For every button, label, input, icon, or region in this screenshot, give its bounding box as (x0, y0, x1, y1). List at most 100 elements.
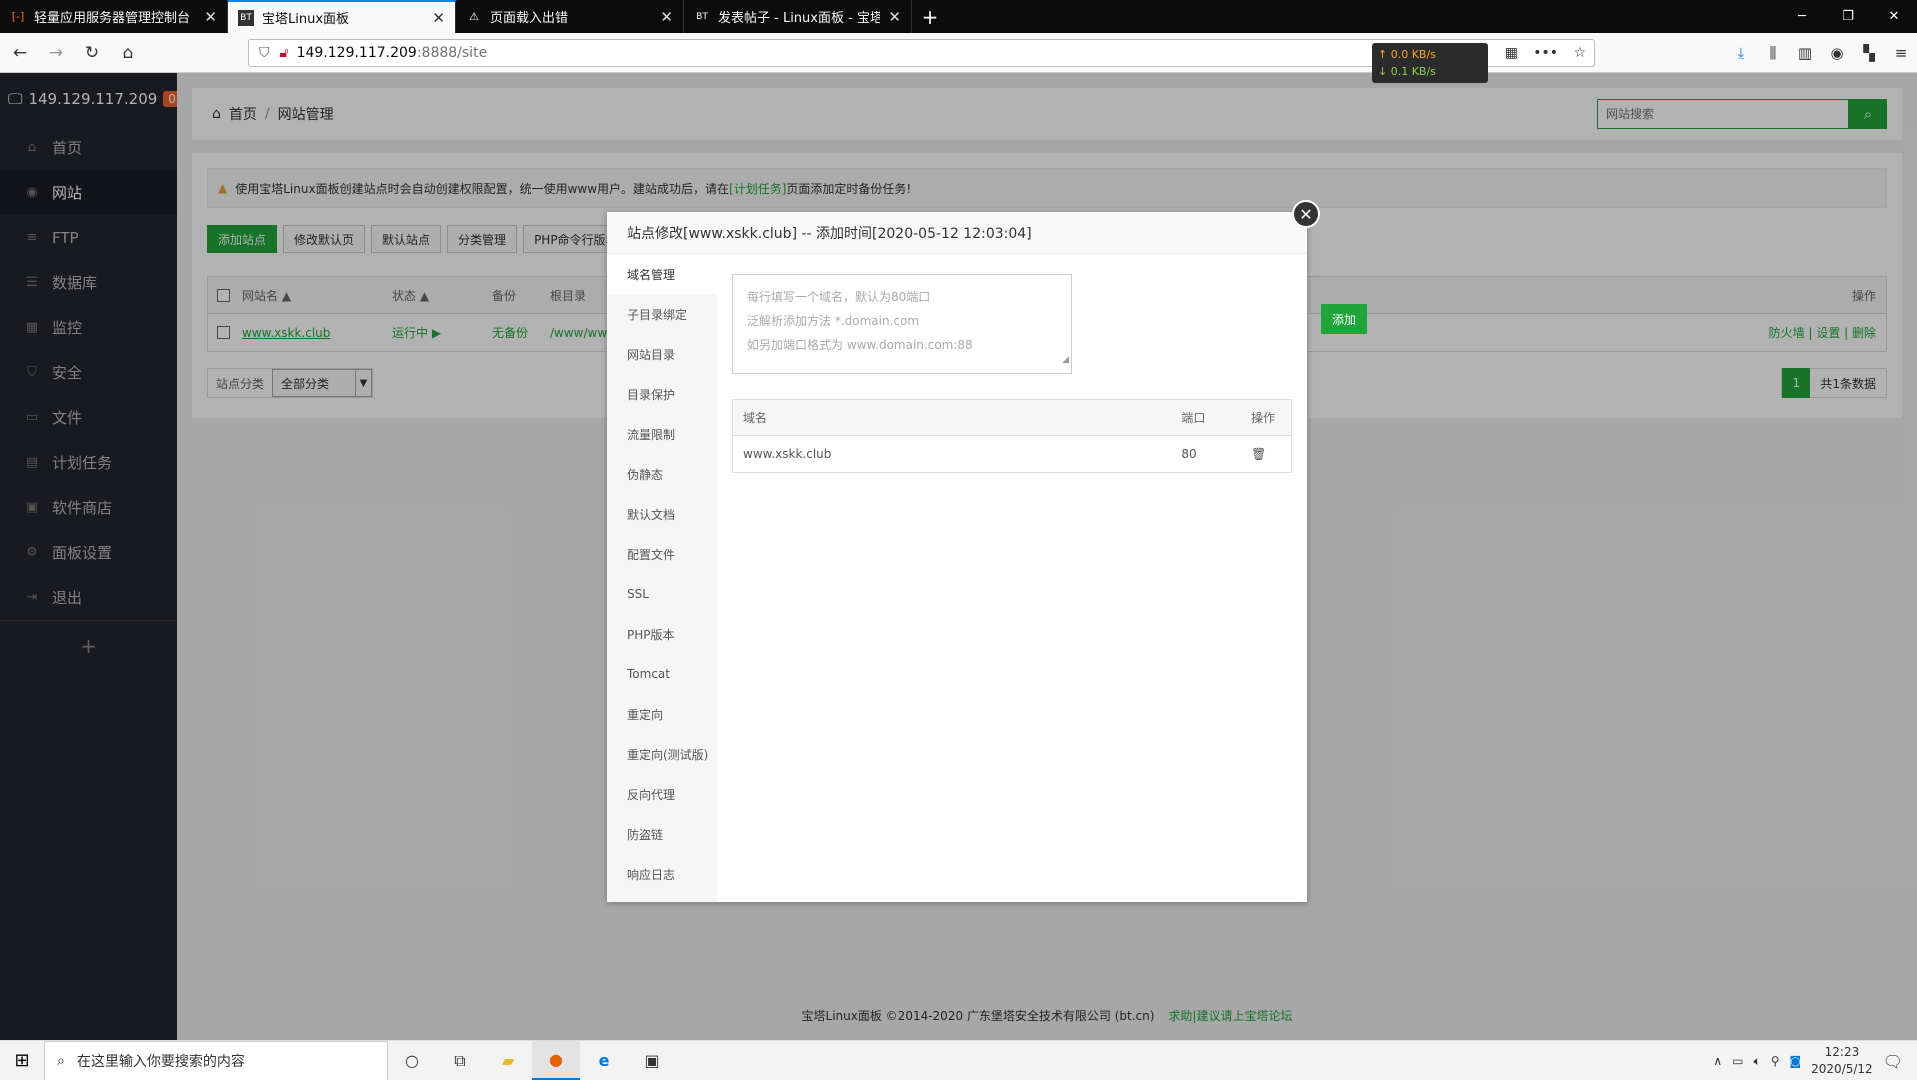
close-icon[interactable]: ✕ (432, 9, 445, 27)
extensions-icon[interactable]: ▚ (1853, 44, 1885, 62)
col-port: 端口 (1181, 411, 1206, 425)
browser-nav-bar: ← → ↻ ⌂ ⛉ 🔓︎ 149.129.117.209:8888/site ▦… (0, 33, 1917, 73)
back-icon[interactable]: ← (4, 37, 36, 69)
clock[interactable]: 12:23 2020/5/12 (1811, 1044, 1873, 1078)
terminal-icon[interactable]: ▣ (628, 1041, 676, 1080)
aliyun-icon: [-] (11, 10, 25, 23)
sidebar-icon[interactable]: ▥ (1789, 44, 1821, 62)
close-icon[interactable]: ✕ (660, 8, 673, 26)
modal-tab[interactable]: 目录保护 (607, 374, 717, 414)
qr-icon[interactable]: ▦ (1505, 45, 1518, 61)
upload-speed: ↑ 0.0 KB/s (1378, 48, 1436, 61)
download-speed: ↓ 0.1 KB/s (1378, 65, 1436, 78)
col-ops: 操作 (1251, 411, 1276, 425)
close-icon[interactable]: ✕ (204, 8, 217, 26)
tab-title: 宝塔Linux面板 (262, 12, 350, 27)
windows-taskbar: ⊞ ⌕ 在这里输入你要搜索的内容 ○ ⧉ ▰ ● e ▣ ∧ ▭ 🔈︎ ⚲ ◙ … (0, 1040, 1917, 1080)
close-window-icon[interactable]: ✕ (1871, 0, 1917, 33)
trash-icon[interactable]: 🗑︎ (1251, 447, 1291, 461)
url-host: 149.129.117.209 (296, 45, 417, 61)
insecure-lock-icon: 🔓︎ (279, 45, 289, 61)
domain-textarea[interactable]: 每行填写一个域名，默认为80端口 泛解析添加方法 *.domain.com 如另… (732, 274, 1072, 374)
reload-icon[interactable]: ↻ (76, 37, 108, 69)
home-icon[interactable]: ⌂ (112, 37, 144, 69)
modal-tab[interactable]: 配置文件 (607, 534, 717, 574)
new-tab-button[interactable]: + (912, 0, 948, 33)
modal-title: 站点修改[www.xskk.club] -- 添加时间[2020-05-12 1… (607, 212, 1307, 254)
modal-tab[interactable]: 流量限制 (607, 414, 717, 454)
url-path: :8888/site (416, 45, 488, 61)
forward-icon[interactable]: → (40, 37, 72, 69)
textarea-hint: 每行填写一个域名，默认为80端口 (747, 290, 931, 304)
modal-tab[interactable]: 防盗链 (607, 814, 717, 854)
modal-tab[interactable]: 网站目录 (607, 334, 717, 374)
restore-icon[interactable]: ❐ (1825, 0, 1871, 33)
library-icon[interactable]: ⫼ (1757, 44, 1789, 62)
edge-icon[interactable]: e (580, 1041, 628, 1080)
add-domain-button[interactable]: 添加 (1321, 304, 1367, 334)
domain-table: 域名 端口 操作 www.xskk.club 80 🗑︎ (732, 399, 1292, 473)
browser-tab[interactable]: BT 发表帖子 - Linux面板 - 宝塔面 ✕ (684, 0, 912, 33)
modal-tab[interactable]: 重定向(测试版) (607, 734, 717, 774)
toolbar-icons: ⤓ ⫼ ▥ ◉ ▚ ≡ (1725, 33, 1917, 73)
modal-tab[interactable]: 子目录绑定 (607, 294, 717, 334)
resize-handle-icon[interactable]: ◢ (1062, 348, 1069, 372)
notification-icon[interactable]: 🗨︎ (1883, 1052, 1903, 1071)
browser-tab[interactable]: [-] 轻量应用服务器管理控制台 ✕ (0, 0, 228, 33)
tab-title: 页面载入出错 (490, 11, 569, 26)
window-controls: ─ ❐ ✕ (1779, 0, 1917, 33)
bt-icon: BT (696, 11, 708, 22)
modal-tab[interactable]: PHP版本 (607, 614, 717, 654)
close-icon[interactable]: ✕ (888, 8, 901, 26)
battery-icon[interactable]: ▭ (1732, 1054, 1743, 1068)
port-value: 80 (1181, 447, 1197, 461)
modal-tab[interactable]: 重定向 (607, 694, 717, 734)
file-explorer-icon[interactable]: ▰ (484, 1041, 532, 1080)
search-icon: ⌕ (57, 1052, 65, 1069)
modal-tab[interactable]: Tomcat (607, 654, 717, 694)
date: 2020/5/12 (1811, 1062, 1873, 1076)
modal-tab[interactable]: 响应日志 (607, 854, 717, 894)
modal-close-button[interactable]: ✕ (1292, 200, 1320, 228)
browser-tab-bar: [-] 轻量应用服务器管理控制台 ✕ BT 宝塔Linux面板 ✕ ⚠ 页面载入… (0, 0, 1917, 33)
textarea-hint: 如另加端口格式为 www.domain.com:88 (747, 338, 973, 352)
download-icon[interactable]: ⤓ (1725, 44, 1757, 62)
modal-tab[interactable]: 默认文档 (607, 494, 717, 534)
shield-icon: ⛉ (259, 45, 270, 61)
col-domain: 域名 (743, 411, 768, 425)
bookmark-star-icon[interactable]: ☆ (1573, 45, 1586, 61)
network-icon[interactable]: ⚲ (1771, 1054, 1780, 1068)
modal-tab[interactable]: 反向代理 (607, 774, 717, 814)
modal-tab-list: 域名管理 子目录绑定 网站目录 目录保护 流量限制 伪静态 默认文档 配置文件 SSL PHP版本… (607, 254, 717, 902)
task-view-icon[interactable]: ⧉ (436, 1041, 484, 1080)
domain-value: www.xskk.club (743, 447, 832, 461)
browser-tab-active[interactable]: BT 宝塔Linux面板 ✕ (228, 0, 456, 33)
modal-tab[interactable]: 伪静态 (607, 454, 717, 494)
chevron-up-icon[interactable]: ∧ (1713, 1054, 1722, 1068)
firefox-icon[interactable]: ● (532, 1040, 580, 1080)
system-tray: ∧ ▭ 🔈︎ ⚲ ◙ 12:23 2020/5/12 🗨︎ (1713, 1041, 1917, 1080)
taskbar-search-placeholder: 在这里输入你要搜索的内容 (76, 1053, 245, 1070)
site-edit-modal: 站点修改[www.xskk.club] -- 添加时间[2020-05-12 1… (607, 212, 1367, 902)
windows-start-icon[interactable]: ⊞ (0, 1041, 44, 1080)
minimize-icon[interactable]: ─ (1779, 0, 1825, 33)
account-icon[interactable]: ◉ (1821, 44, 1853, 62)
browser-tab[interactable]: ⚠ 页面载入出错 ✕ (456, 0, 684, 33)
cortana-icon[interactable]: ○ (388, 1041, 436, 1080)
time: 12:23 (1824, 1045, 1860, 1059)
domain-table-header: 域名 端口 操作 (733, 400, 1291, 436)
menu-icon[interactable]: ≡ (1885, 44, 1917, 62)
net-speed-widget: ↑ 0.0 KB/s ↓ 0.1 KB/s (1372, 43, 1488, 83)
warning-icon: ⚠ (469, 10, 479, 23)
tab-title: 发表帖子 - Linux面板 - 宝塔面 (718, 11, 881, 26)
table-row: www.xskk.club 80 🗑︎ (733, 436, 1291, 472)
textarea-hint: 泛解析添加方法 *.domain.com (747, 314, 920, 328)
volume-icon[interactable]: 🔈︎ (1754, 1054, 1761, 1069)
taskbar-search[interactable]: ⌕ 在这里输入你要搜索的内容 (44, 1040, 388, 1080)
tab-title: 轻量应用服务器管理控制台 (34, 11, 191, 26)
more-icon[interactable]: ••• (1533, 45, 1558, 61)
app-tray-icon[interactable]: ◙ (1790, 1054, 1802, 1068)
domain-manage-panel: 每行填写一个域名，默认为80端口 泛解析添加方法 *.domain.com 如另… (717, 254, 1367, 902)
modal-tab[interactable]: SSL (607, 574, 717, 614)
modal-tab[interactable]: 域名管理 (607, 254, 717, 294)
